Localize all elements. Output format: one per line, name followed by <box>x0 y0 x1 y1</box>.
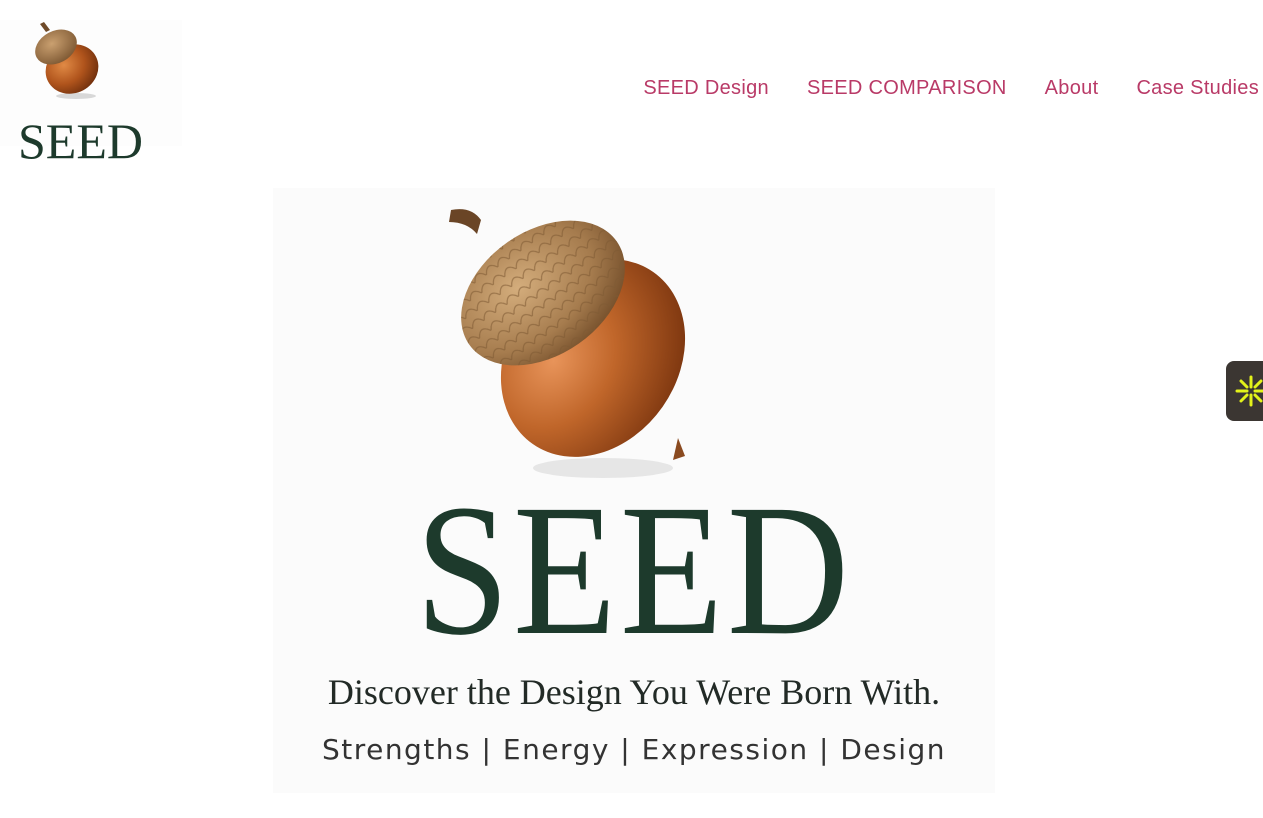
asterisk-icon <box>1235 375 1263 407</box>
side-widget-button[interactable] <box>1226 361 1263 421</box>
main-nav: SEED Design SEED COMPARISON About Case S… <box>605 74 1259 102</box>
logo-text: SEED <box>18 113 143 169</box>
hero-banner: SEED Discover the Design You Were Born W… <box>273 188 995 793</box>
site-header: SEED SEED Design SEED COMPARISON About C… <box>0 0 1263 166</box>
nav-link-seed-comparison[interactable]: SEED COMPARISON <box>807 74 1007 102</box>
hero-title: SEED <box>415 465 853 674</box>
site-logo[interactable]: SEED <box>0 20 182 166</box>
hero-tagline: Discover the Design You Were Born With. <box>327 672 941 712</box>
acorn-icon <box>449 209 686 478</box>
hero-pillars: Strengths | Energy | Expression | Design <box>321 733 947 766</box>
acorn-icon <box>35 22 99 99</box>
nav-link-seed-design[interactable]: SEED Design <box>643 74 769 102</box>
nav-link-case-studies[interactable]: Case Studies <box>1136 74 1259 102</box>
nav-link-about[interactable]: About <box>1045 74 1099 102</box>
